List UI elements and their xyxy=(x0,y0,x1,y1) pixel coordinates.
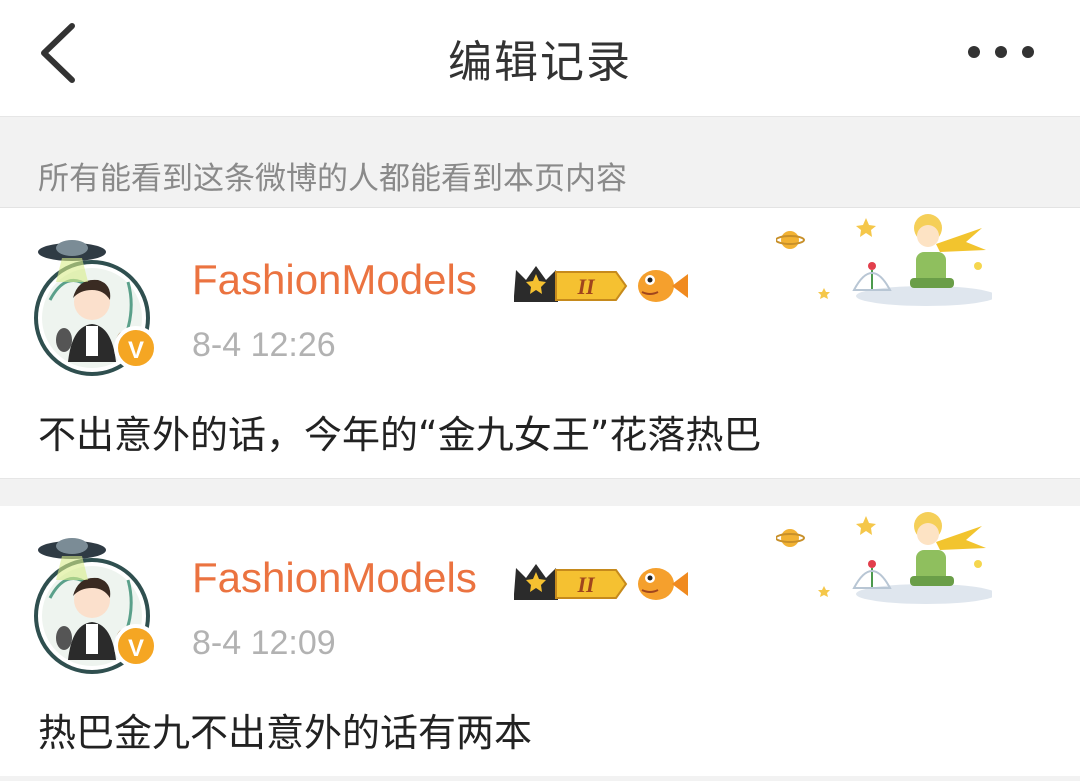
avatar-image: V xyxy=(34,240,158,376)
edit-record-card: V FashionModels II 8-4 12:09 热巴金九不出意外的话有… xyxy=(0,506,1080,776)
visibility-notice: 所有能看到这条微博的人都能看到本页内容 xyxy=(0,117,1080,208)
svg-text:II: II xyxy=(576,274,596,299)
fish-icon xyxy=(638,568,688,600)
card-divider xyxy=(0,478,1080,508)
more-horizontal-icon xyxy=(968,46,1034,58)
svg-text:II: II xyxy=(576,572,596,597)
avatar[interactable]: V xyxy=(28,230,168,380)
little-prince-decoration xyxy=(775,506,996,606)
page-title: 编辑记录 xyxy=(448,37,632,88)
post-timestamp: 8-4 12:26 xyxy=(192,326,336,364)
nav-bar: 编辑记录 xyxy=(0,0,1080,117)
little-prince-illustration xyxy=(775,512,996,604)
avatar-image: V xyxy=(34,538,158,674)
svg-text:V: V xyxy=(128,635,144,662)
post-content: 热巴金九不出意外的话有两本 xyxy=(38,711,533,755)
fish-icon xyxy=(638,270,688,302)
little-prince-illustration xyxy=(775,214,996,306)
username[interactable]: FashionModels xyxy=(192,256,477,304)
crown-icon xyxy=(514,266,558,302)
user-badges[interactable]: II xyxy=(512,558,692,606)
avatar[interactable]: V xyxy=(28,528,168,678)
post-content: 不出意外的话，今年的“金九女王”花落热巴 xyxy=(38,413,762,457)
user-badges[interactable]: II xyxy=(512,260,692,308)
crown-icon xyxy=(514,564,558,600)
more-button[interactable] xyxy=(966,40,1036,64)
notice-text: 所有能看到这条微博的人都能看到本页内容 xyxy=(38,161,627,197)
little-prince-decoration xyxy=(775,208,996,308)
level-badge-icon: II xyxy=(555,271,628,301)
edit-record-card: V FashionModels II 8-4 12:26 不出意外的话，今年的“… xyxy=(0,208,1080,478)
username[interactable]: FashionModels xyxy=(192,554,477,602)
bottom-divider xyxy=(0,776,1080,781)
svg-text:V: V xyxy=(128,337,144,364)
level-badge-icon: II xyxy=(555,569,628,599)
post-timestamp: 8-4 12:09 xyxy=(192,624,336,662)
